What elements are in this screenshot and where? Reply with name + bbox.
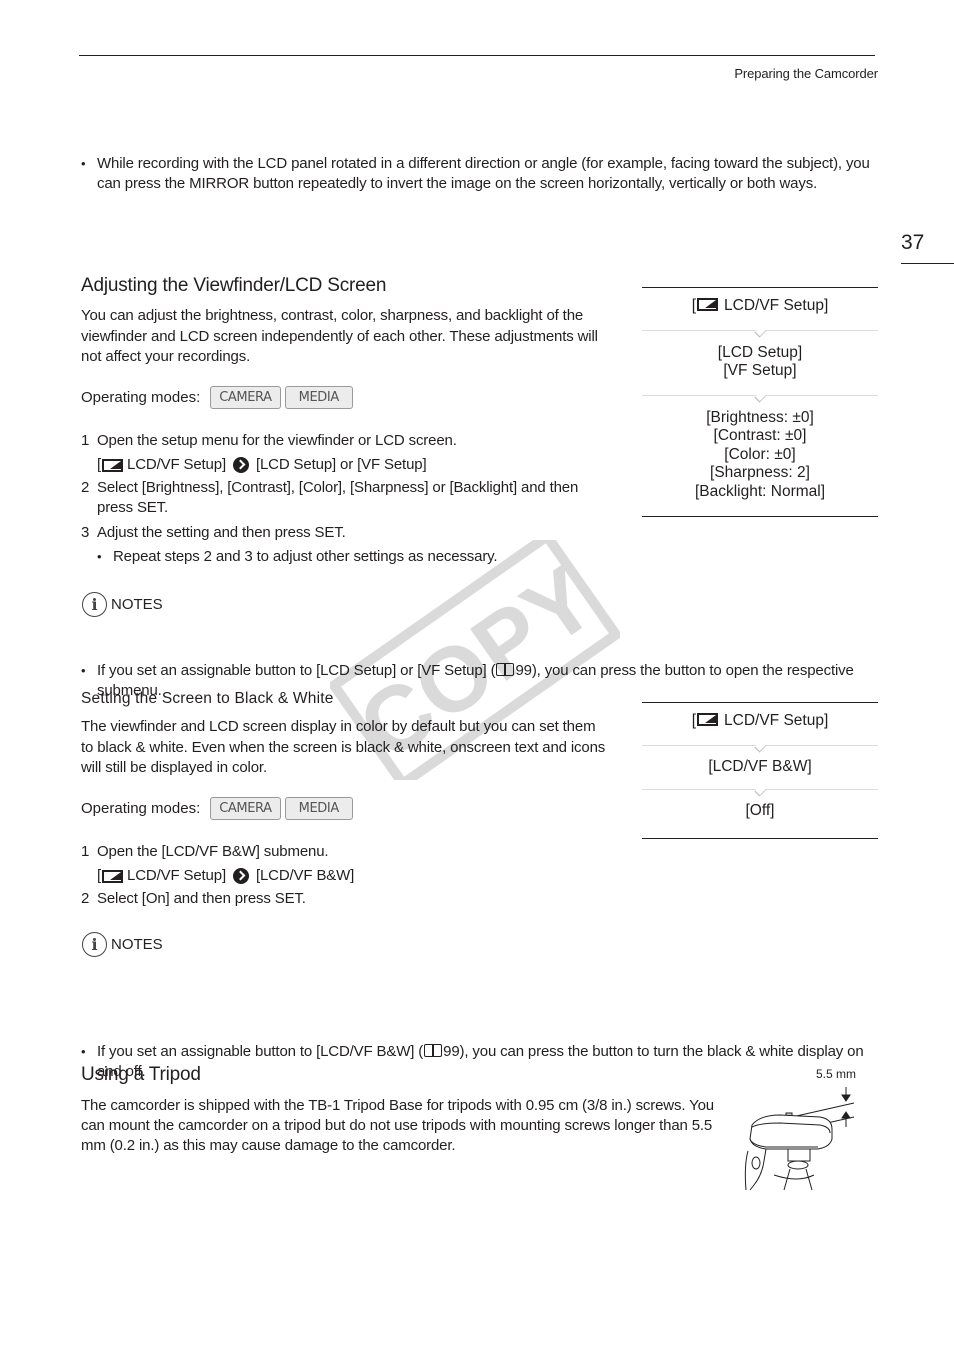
menu-row-bw: [LCD/VF B&W]	[642, 744, 878, 790]
step-2: 2 Select [On] and then press SET.	[81, 889, 611, 909]
lcd-vf-setup-icon	[697, 713, 719, 726]
operating-modes-bw: Operating modes: CAMERA MEDIA	[81, 797, 353, 820]
tripod-description: The camcorder is shipped with the TB-1 T…	[81, 1097, 714, 1154]
mode-badge-camera: CAMERA	[210, 386, 281, 409]
step-3: 3 Adjust the setting and then press SET.…	[81, 523, 611, 567]
path-bracket: [	[97, 867, 102, 884]
section-title-tripod: Using a Tripod	[81, 1064, 201, 1085]
path-target: [LCD Setup] or [VF Setup]	[255, 456, 427, 473]
path-bracket: [	[97, 456, 102, 473]
mode-badge-camera: CAMERA	[210, 797, 281, 820]
menu-path: [ LCD/VF Setup] [LCD/VF B&W]	[97, 866, 611, 886]
menu-row-off: [Off]	[642, 789, 878, 834]
step-number: 2	[81, 479, 90, 496]
notes-label: NOTES	[111, 935, 163, 953]
page-reference[interactable]: 99	[443, 1043, 460, 1060]
step-number: 1	[81, 843, 90, 860]
step-1: 1 Open the setup menu for the viewfinder…	[81, 431, 611, 475]
intro-bullet: While recording with the LCD panel rotat…	[81, 154, 881, 194]
lcd-vf-setup-icon	[697, 298, 719, 311]
next-arrow-icon	[232, 868, 249, 884]
path-menu: LCD/VF Setup]	[127, 456, 226, 473]
step-1: 1 Open the [LCD/VF B&W] submenu. [ LCD/V…	[81, 842, 611, 886]
path-menu: LCD/VF Setup]	[127, 867, 226, 884]
menu-path: [ LCD/VF Setup] [LCD Setup] or [VF Setup…	[97, 455, 611, 475]
next-arrow-icon	[232, 457, 249, 473]
running-header: Preparing the Camcorder	[734, 66, 878, 81]
step-number: 1	[81, 432, 90, 449]
header-rule	[79, 55, 875, 56]
step-number: 2	[81, 890, 90, 907]
step-number: 3	[81, 524, 90, 541]
bw-description: The viewfinder and LCD screen display in…	[81, 718, 606, 776]
page-number: 37	[901, 231, 925, 254]
step-text: Open the setup menu for the viewfinder o…	[97, 432, 457, 449]
section-title-adjust: Adjusting the Viewfinder/LCD Screen	[81, 275, 387, 296]
book-icon	[424, 1044, 443, 1057]
mode-badge-media: MEDIA	[284, 797, 353, 820]
tripod-drawing	[744, 1087, 855, 1191]
step-2: 2 Select [Brightness], [Contrast], [Colo…	[81, 478, 611, 518]
menu-row-lcd-vf-setup: [LCD/VF Setup]	[691, 297, 829, 314]
info-icon: i	[82, 592, 107, 617]
path-target: [LCD/VF B&W]	[255, 867, 355, 884]
section-title-bw: Setting the Screen to Black & White	[81, 690, 334, 707]
page-reference[interactable]: 99	[515, 662, 532, 679]
adjust-steps: 1 Open the setup menu for the viewfinder…	[81, 431, 611, 567]
menu-row-setup-options: [LCD Setup] [VF Setup]	[642, 329, 878, 395]
step-text: Open the [LCD/VF B&W] submenu.	[97, 843, 329, 860]
tripod-base-illustration: 5.5 mm	[740, 1065, 870, 1195]
operating-modes-label: Operating modes:	[81, 799, 201, 817]
menu-row-lcd-vf-setup: [LCD/VF Setup]	[691, 712, 829, 729]
step-text: Select [On] and then press SET.	[97, 890, 306, 907]
menu-flow-bw: [LCD/VF Setup] [LCD/VF B&W] [Off]	[642, 702, 878, 839]
adjust-description: You can adjust the brightness, contrast,…	[81, 307, 598, 365]
mode-badge-media: MEDIA	[284, 386, 353, 409]
book-icon	[496, 663, 515, 676]
menu-row-settings: [Brightness: ±0] [Contrast: ±0] [Color: …	[642, 394, 878, 516]
lcd-vf-setup-icon	[102, 869, 124, 883]
info-icon: i	[82, 932, 107, 957]
operating-modes-label: Operating modes:	[81, 388, 201, 406]
step-text: Select [Brightness], [Contrast], [Color]…	[97, 479, 579, 516]
step-sub-bullet: Repeat steps 2 and 3 to adjust other set…	[97, 547, 611, 567]
notes-label: NOTES	[111, 595, 163, 613]
page-number-rule	[901, 263, 954, 264]
operating-modes-adjust: Operating modes: CAMERA MEDIA	[81, 386, 353, 409]
step-text: Adjust the setting and then press SET.	[97, 524, 346, 541]
menu-flow-adjust: [LCD/VF Setup] [LCD Setup] [VF Setup] [B…	[642, 287, 878, 517]
bw-steps: 1 Open the [LCD/VF B&W] submenu. [ LCD/V…	[81, 842, 611, 909]
notes-heading-adjust: i NOTES	[82, 592, 163, 617]
lcd-vf-setup-icon	[102, 458, 124, 472]
notes-heading-bw: i NOTES	[82, 932, 163, 957]
